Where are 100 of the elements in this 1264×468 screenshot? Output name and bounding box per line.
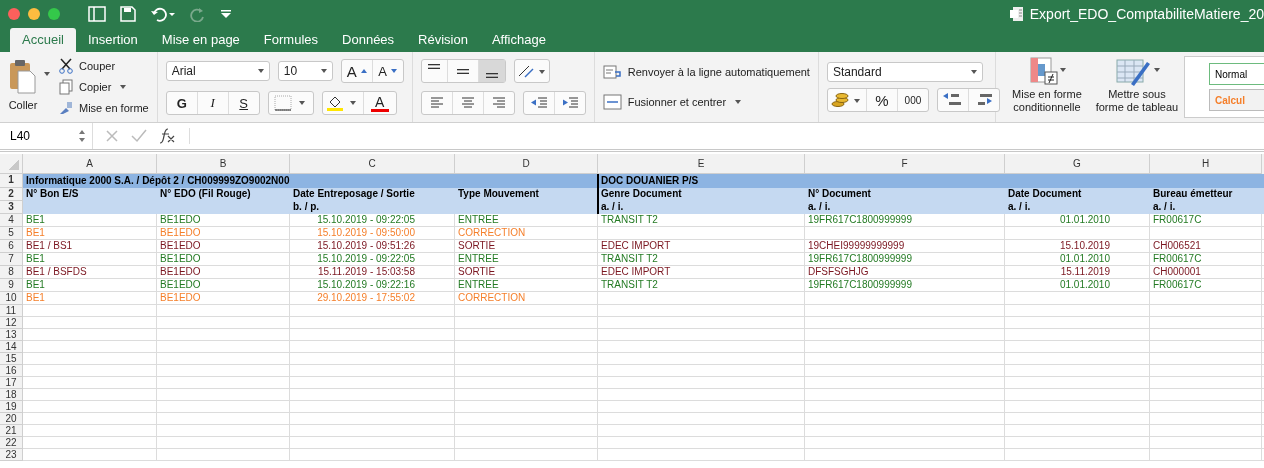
underline-button[interactable]: S	[228, 92, 259, 114]
table-cell-text: 15.10.2019 - 09:22:05	[316, 253, 416, 266]
number-format-field[interactable]: Standard	[826, 62, 983, 82]
row-number[interactable]: 3	[0, 201, 23, 214]
percent-button[interactable]: %	[866, 89, 898, 111]
row-number[interactable]: 6	[0, 240, 23, 253]
ribbon-tab[interactable]: Accueil	[10, 28, 76, 52]
ribbon-tab[interactable]: Formules	[251, 28, 331, 52]
row-number[interactable]: 13	[0, 329, 23, 341]
name-box[interactable]: L40	[0, 123, 93, 149]
row-number[interactable]: 21	[0, 425, 23, 437]
scissors-icon	[58, 57, 74, 74]
font-name-field[interactable]: Arial	[165, 61, 270, 81]
row-number[interactable]: 8	[0, 266, 23, 279]
row-number[interactable]: 16	[0, 365, 23, 377]
stepper-icon[interactable]	[78, 129, 86, 143]
group-header: DOC DOUANIER P/S	[600, 174, 700, 188]
format-painter-button[interactable]: Mise en forme	[58, 98, 149, 118]
undo-icon[interactable]	[150, 6, 176, 22]
bold-button[interactable]: G	[166, 92, 198, 114]
ribbon-tab[interactable]: Révision	[406, 28, 480, 52]
indent-icon	[560, 96, 579, 110]
sidebar-icon[interactable]	[88, 6, 106, 22]
align-bottom-icon	[485, 73, 498, 78]
row-number[interactable]: 12	[0, 317, 23, 329]
row-number[interactable]: 17	[0, 377, 23, 389]
format-as-table-button[interactable]: Mettre sous forme de tableau	[1093, 56, 1180, 118]
table-cell-text: BE1EDO	[159, 214, 202, 227]
row-number[interactable]: 2	[0, 188, 23, 201]
row-number[interactable]: 1	[0, 174, 23, 188]
table-cell-text: EDEC IMPORT	[600, 240, 672, 253]
row-number[interactable]: 22	[0, 437, 23, 449]
caret-icon[interactable]	[735, 100, 742, 104]
column-heading: a. / i.	[807, 201, 832, 214]
table-cell-text: 15.11.2019	[1059, 266, 1111, 279]
wrap-text-button[interactable]: Renvoyer à la ligne automatiquement	[602, 62, 810, 82]
caret-icon[interactable]	[970, 70, 977, 74]
row-number[interactable]: 5	[0, 227, 23, 240]
row-number[interactable]: 10	[0, 292, 23, 305]
row-number[interactable]: 23	[0, 449, 23, 461]
row-number[interactable]: 7	[0, 253, 23, 266]
outdent-icon	[529, 96, 548, 110]
function-icon[interactable]	[159, 128, 177, 144]
conditional-format-button[interactable]: Mise en forme conditionnelle	[1003, 56, 1090, 118]
shrink-font-button[interactable]: A	[372, 60, 403, 82]
table-cell-text: BE1EDO	[159, 227, 202, 240]
table-cell-text: BE1	[25, 214, 46, 227]
row-number[interactable]: 11	[0, 305, 23, 317]
table-cell-text: ENTREE	[457, 253, 500, 266]
table-cell-text: BE1EDO	[159, 292, 202, 305]
ribbon-tab[interactable]: Affichage	[479, 28, 558, 52]
cell-style-option[interactable]: Normal	[1208, 63, 1264, 85]
table-cell-text: 29.10.2019 - 17:55:02	[316, 292, 416, 305]
align-top-icon	[428, 64, 441, 69]
table-cell-text: DFSFSGHJG	[807, 266, 870, 279]
column-heading: Type Mouvement	[457, 188, 540, 201]
merge-cells-icon	[602, 94, 623, 110]
save-icon[interactable]	[120, 6, 136, 22]
ribbon-tab[interactable]: Données	[330, 28, 407, 52]
cut-button[interactable]: Couper	[58, 56, 149, 76]
table-cell-text: 15.11.2019 - 15:03:58	[316, 266, 416, 279]
table-cell-text: FR00617C	[1152, 279, 1203, 292]
table-cell-text: EDEC IMPORT	[600, 266, 672, 279]
table-cell-text: BE1	[25, 292, 46, 305]
check-icon[interactable]	[131, 129, 147, 143]
ribbon-tab[interactable]: Insertion	[75, 28, 150, 52]
table-cell-text: BE1EDO	[159, 266, 202, 279]
grow-font-button[interactable]: A	[341, 60, 373, 82]
table-cell-text: 01.01.2010	[1058, 279, 1111, 292]
copy-icon	[58, 79, 74, 95]
table-cell-text: ENTREE	[457, 214, 500, 227]
minimize-button[interactable]	[28, 8, 40, 20]
row-number[interactable]: 9	[0, 279, 23, 292]
merge-center-button[interactable]: Fusionner et centrer	[602, 92, 810, 112]
thousands-button[interactable]: 000	[897, 89, 928, 111]
table-cell-text: BE1 / BSFDS	[25, 266, 88, 279]
row-number[interactable]: 4	[0, 214, 23, 227]
table-cell-text: CORRECTION	[457, 292, 527, 305]
copy-button[interactable]: Copier	[58, 77, 149, 97]
table-cell-text: SORTIE	[457, 266, 497, 279]
row-number[interactable]: 15	[0, 353, 23, 365]
row-number[interactable]: 14	[0, 341, 23, 353]
font-size-field[interactable]: 10	[277, 61, 333, 81]
customize-icon[interactable]	[220, 8, 232, 20]
column-heading: Bureau émetteur	[1152, 188, 1234, 201]
caret-icon[interactable]	[320, 69, 327, 73]
caret-icon[interactable]	[44, 72, 50, 76]
caret-icon[interactable]	[257, 69, 264, 73]
align-bottom-button[interactable]	[478, 60, 505, 82]
row-number[interactable]: 19	[0, 401, 23, 413]
paste-button[interactable]: Coller	[8, 56, 38, 118]
ribbon-tab[interactable]: Mise en page	[149, 28, 252, 52]
table-cell-text: 01.01.2010	[1058, 253, 1111, 266]
italic-button[interactable]: I	[197, 92, 229, 114]
caret-icon[interactable]	[120, 85, 127, 89]
group-header: Informatique 2000 S.A. / Dépôt 2 / CH009999ZO9002N00	[25, 174, 291, 188]
table-cell-text: BE1	[25, 253, 46, 266]
row-number[interactable]: 18	[0, 389, 23, 401]
clipboard-icon	[8, 59, 38, 95]
row-number[interactable]: 20	[0, 413, 23, 425]
